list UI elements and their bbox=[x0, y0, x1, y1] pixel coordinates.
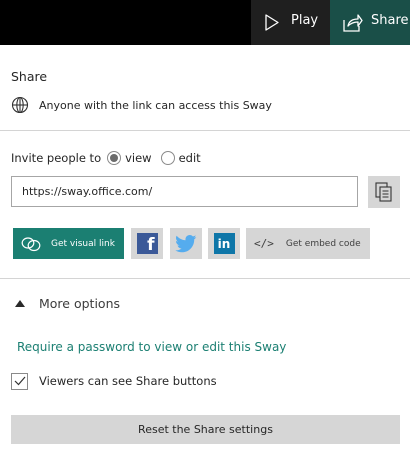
get-visual-link-button[interactable]: Get visual link bbox=[13, 228, 124, 259]
linkedin-icon: in bbox=[213, 233, 235, 254]
viewers-share-buttons-option: Viewers can see Share buttons bbox=[11, 372, 217, 390]
visual-link-label: Get visual link bbox=[51, 238, 115, 249]
collapse-triangle-icon bbox=[15, 299, 25, 307]
code-icon: </> bbox=[254, 237, 274, 250]
share-button[interactable]: Share bbox=[330, 0, 410, 45]
twitter-button[interactable] bbox=[170, 228, 202, 259]
require-password-link[interactable]: Require a password to view or edit this … bbox=[17, 340, 286, 354]
radio-selected-dot bbox=[110, 154, 119, 162]
visual-link-icon bbox=[21, 236, 41, 251]
divider bbox=[0, 130, 410, 131]
radio-edit[interactable] bbox=[160, 151, 175, 165]
radio-edit-label[interactable]: edit bbox=[179, 151, 201, 165]
play-label: Play bbox=[291, 13, 319, 28]
share-url-text: https://sway.office.com/ bbox=[22, 185, 153, 198]
viewers-share-buttons-label[interactable]: Viewers can see Share buttons bbox=[39, 374, 217, 388]
viewers-share-buttons-checkbox[interactable] bbox=[11, 372, 28, 390]
reset-label: Reset the Share settings bbox=[138, 423, 273, 436]
get-embed-code-button[interactable]: </> Get embed code bbox=[246, 228, 370, 259]
copy-link-button[interactable] bbox=[368, 176, 400, 208]
share-label: Share bbox=[371, 13, 409, 28]
share-url-field[interactable]: https://sway.office.com/ bbox=[11, 176, 358, 207]
reset-share-settings-button[interactable]: Reset the Share settings bbox=[11, 415, 400, 444]
copy-icon bbox=[375, 182, 392, 202]
invite-row: Invite people to view edit bbox=[11, 149, 210, 167]
access-info: Anyone with the link can access this Swa… bbox=[11, 96, 272, 114]
access-text: Anyone with the link can access this Swa… bbox=[39, 98, 272, 112]
panel-title: Share bbox=[11, 69, 48, 84]
top-bar: Play Share bbox=[0, 0, 410, 45]
share-icon bbox=[343, 14, 363, 32]
twitter-icon bbox=[175, 234, 197, 252]
more-options-toggle[interactable]: More options bbox=[15, 294, 120, 312]
linkedin-button[interactable]: in bbox=[208, 228, 240, 259]
play-icon bbox=[265, 14, 279, 31]
checkmark-icon bbox=[14, 376, 25, 386]
radio-view[interactable] bbox=[107, 151, 122, 165]
invite-label: Invite people to bbox=[11, 151, 102, 165]
facebook-button[interactable]: f bbox=[131, 228, 163, 259]
divider bbox=[0, 278, 410, 279]
facebook-icon: f bbox=[136, 233, 158, 254]
embed-code-label: Get embed code bbox=[285, 238, 361, 249]
globe-icon bbox=[11, 96, 29, 114]
play-button[interactable]: Play bbox=[251, 0, 330, 45]
radio-view-label[interactable]: view bbox=[125, 151, 151, 165]
more-options-label: More options bbox=[39, 295, 120, 311]
